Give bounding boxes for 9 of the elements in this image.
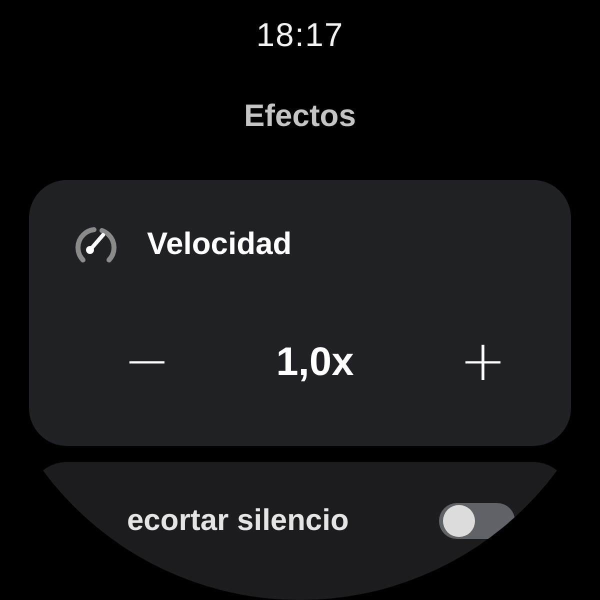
decrease-button[interactable]: − — [117, 334, 177, 390]
card-title: Velocidad — [147, 226, 292, 262]
speed-value: 1,0x — [276, 340, 354, 384]
row-label: ecortar silencio — [127, 504, 349, 538]
screen-title: Efectos — [244, 98, 356, 134]
speedometer-icon — [73, 224, 119, 264]
increase-button[interactable]: + — [452, 334, 513, 390]
toggle-switch[interactable] — [439, 502, 515, 539]
clock-time: 18:17 — [256, 16, 344, 54]
